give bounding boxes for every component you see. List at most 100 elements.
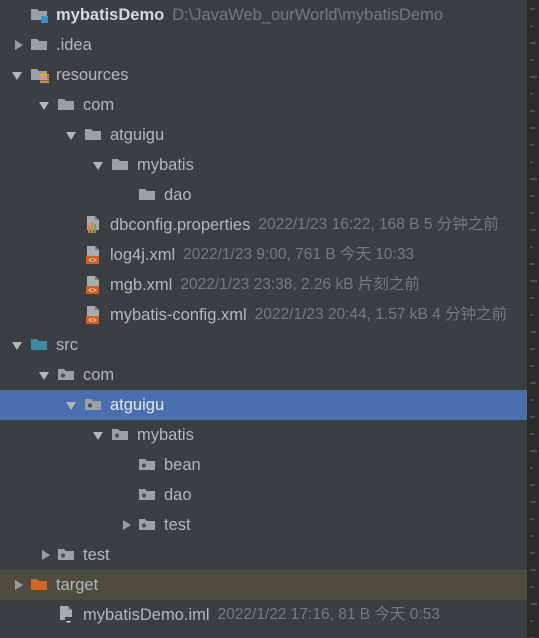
code-line-hint — [530, 212, 534, 214]
tree-row[interactable]: atguigu — [0, 390, 527, 420]
xml-file-icon: <> — [82, 270, 106, 300]
tree-row-label: atguigu — [110, 126, 165, 144]
chevron-right-icon[interactable] — [37, 540, 55, 570]
tree-row-label: com — [83, 96, 115, 114]
tree-row[interactable]: bean — [0, 450, 527, 480]
tree-row[interactable]: test — [0, 510, 527, 540]
code-line-hint — [530, 8, 535, 10]
code-line-hint — [530, 450, 537, 452]
tree-arrow-spacer — [118, 480, 136, 510]
editor-area-strip[interactable] — [527, 0, 539, 638]
code-line-hint — [530, 59, 534, 61]
tree-row[interactable]: com — [0, 90, 527, 120]
file-info: 2022/1/22 17:16, 81 B 今天 0:53 — [217, 606, 440, 623]
tree-row-label: mybatis — [137, 426, 194, 444]
tree-arrow-spacer — [64, 210, 82, 240]
tree-row[interactable]: dao — [0, 180, 527, 210]
tree-row[interactable]: dbconfig.properties 2022/1/23 16:22, 168 … — [0, 210, 527, 240]
resource-root-folder-icon — [28, 60, 52, 90]
code-line-hint — [530, 399, 533, 401]
tree-arrow-spacer — [10, 0, 28, 30]
tree-arrow-spacer — [118, 450, 136, 480]
code-line-hint — [530, 161, 533, 163]
tree-row-label: mybatisDemo.iml — [83, 606, 210, 624]
chevron-right-icon[interactable] — [10, 570, 28, 600]
code-line-hint — [530, 314, 533, 316]
file-info: 2022/1/23 23:38, 2.26 kB 片刻之前 — [180, 276, 420, 293]
tree-row[interactable]: <> mybatis-config.xml 2022/1/23 20:44, 1.5… — [0, 300, 527, 330]
tree-row-label: dao — [164, 486, 192, 504]
tree-row[interactable]: .idea — [0, 30, 527, 60]
tree-arrow-spacer — [64, 300, 82, 330]
tree-row[interactable]: target — [0, 570, 527, 600]
tree-row[interactable]: <> mgb.xml 2022/1/23 23:38, 2.26 kB 片刻之前 — [0, 270, 527, 300]
tree-row[interactable]: atguigu — [0, 120, 527, 150]
file-info: 2022/1/23 9:00, 761 B 今天 10:33 — [183, 246, 415, 263]
file-info: 2022/1/23 20:44, 1.57 kB 4 分钟之前 — [254, 306, 508, 323]
code-line-hint — [530, 467, 533, 469]
package-icon — [109, 420, 133, 450]
tree-row[interactable]: <> log4j.xml 2022/1/23 9:00, 761 B 今天 10:3… — [0, 240, 527, 270]
tree-row-label: .idea — [56, 36, 92, 54]
code-line-hint — [530, 348, 535, 350]
tree-row[interactable]: mybatisDemo D:\JavaWeb_ourWorld\mybatisDe… — [0, 0, 527, 30]
folder-icon — [136, 180, 160, 210]
project-folder-icon — [28, 0, 52, 30]
code-line-hint — [530, 382, 536, 384]
tree-row-label: mybatis — [137, 156, 194, 174]
code-line-hint — [530, 569, 536, 571]
tree-row[interactable]: mybatisDemo.iml 2022/1/22 17:16, 81 B 今天 … — [0, 600, 527, 630]
package-icon — [55, 360, 79, 390]
tree-row-label: com — [83, 366, 115, 384]
chevron-down-icon[interactable] — [91, 420, 109, 450]
package-icon — [136, 510, 160, 540]
excluded-folder-icon — [28, 570, 52, 600]
code-line-hint — [530, 178, 537, 180]
project-tool-window: mybatisDemo D:\JavaWeb_ourWorld\mybatisDe… — [0, 0, 539, 638]
folder-icon — [109, 150, 133, 180]
chevron-down-icon[interactable] — [37, 90, 55, 120]
tree-row-label: mybatis-config.xml — [110, 306, 247, 324]
chevron-down-icon[interactable] — [37, 360, 55, 390]
file-info: 2022/1/23 16:22, 168 B 5 分钟之前 — [258, 216, 499, 233]
svg-text:<>: <> — [88, 257, 96, 265]
tree-arrow-spacer — [37, 600, 55, 630]
xml-file-icon: <> — [82, 240, 106, 270]
tree-row-label: dao — [164, 186, 192, 204]
tree-row[interactable]: src — [0, 330, 527, 360]
code-line-hint — [530, 229, 536, 231]
chevron-down-icon[interactable] — [64, 120, 82, 150]
tree-row-label: src — [56, 336, 78, 354]
package-icon — [82, 390, 106, 420]
tree-row-label: mgb.xml — [110, 276, 173, 294]
tree-row-label: test — [83, 546, 110, 564]
chevron-down-icon[interactable] — [10, 60, 28, 90]
code-line-hint — [530, 76, 537, 78]
tree-row[interactable]: mybatis — [0, 420, 527, 450]
tree-row[interactable]: com — [0, 360, 527, 390]
tree-row[interactable]: dao — [0, 480, 527, 510]
code-line-hint — [530, 603, 537, 605]
tree-arrow-spacer — [64, 270, 82, 300]
folder-icon — [28, 30, 52, 60]
tree-row[interactable]: mybatis — [0, 150, 527, 180]
tree-row-label: atguigu — [110, 396, 165, 414]
source-root-folder-icon — [28, 330, 52, 360]
project-path: D:\JavaWeb_ourWorld\mybatisDemo — [172, 6, 444, 24]
chevron-right-icon[interactable] — [118, 510, 136, 540]
code-line-hint — [530, 280, 537, 282]
tree-row[interactable]: test — [0, 540, 527, 570]
code-line-hint — [530, 552, 535, 554]
tree-row[interactable]: resources — [0, 60, 527, 90]
chevron-down-icon[interactable] — [10, 330, 28, 360]
code-line-hint — [530, 246, 533, 248]
package-icon — [136, 480, 160, 510]
code-line-hint — [530, 42, 536, 44]
chevron-right-icon[interactable] — [10, 30, 28, 60]
chevron-down-icon[interactable] — [64, 390, 82, 420]
project-tree[interactable]: mybatisDemo D:\JavaWeb_ourWorld\mybatisDe… — [0, 0, 527, 638]
xml-file-icon: <> — [82, 300, 106, 330]
tree-row-label: mybatisDemo — [56, 6, 165, 24]
svg-text:<>: <> — [88, 317, 96, 325]
chevron-down-icon[interactable] — [91, 150, 109, 180]
